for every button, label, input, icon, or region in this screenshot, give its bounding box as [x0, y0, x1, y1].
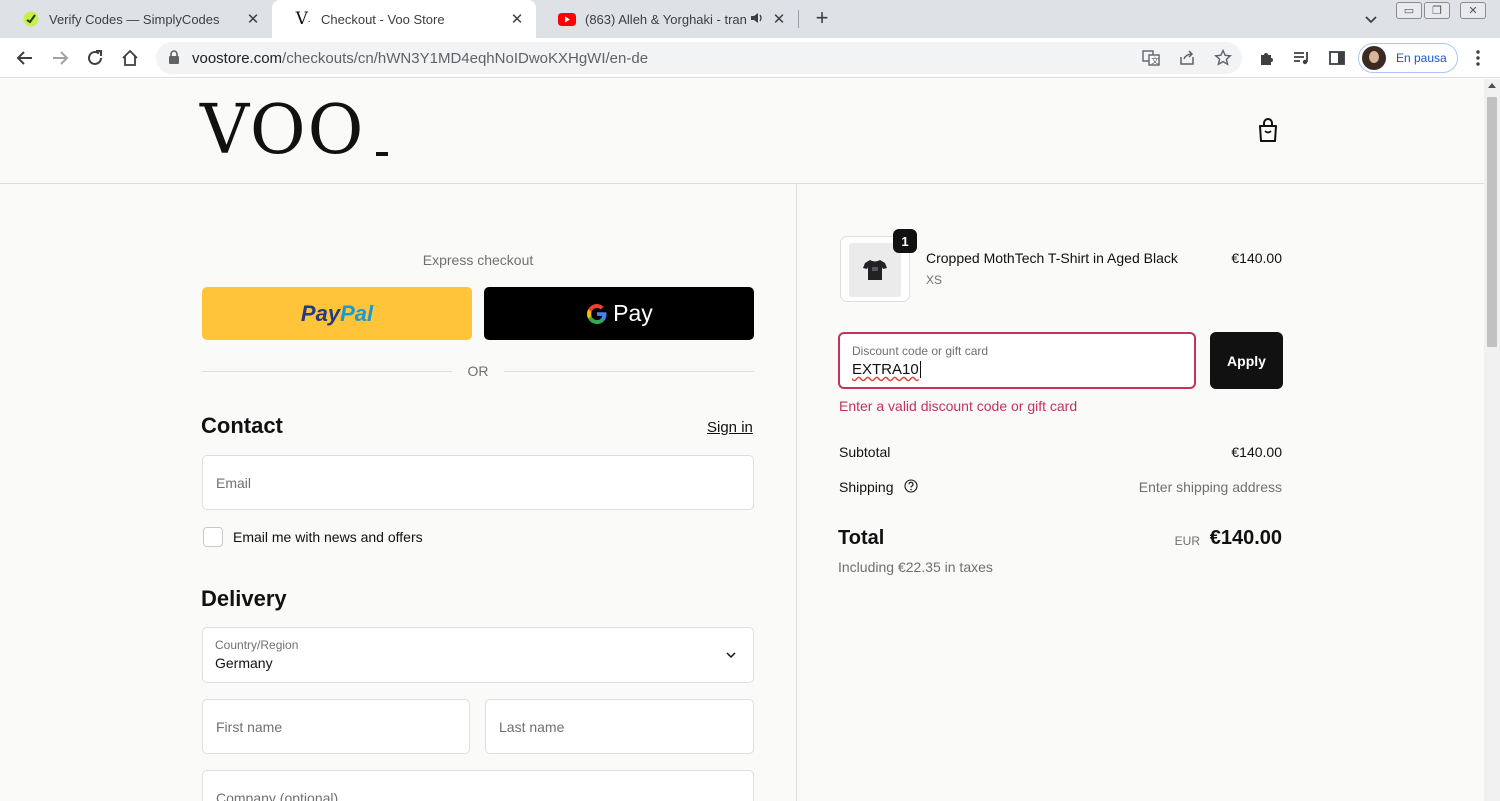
paypal-button[interactable]: Pay Pal: [202, 287, 472, 340]
media-queue-icon[interactable]: [1291, 47, 1313, 69]
total-label: Total: [838, 527, 885, 549]
logo-underscore-mark: [376, 152, 388, 156]
tab-search-icon[interactable]: [1362, 10, 1380, 28]
newsletter-label[interactable]: Email me with news and offers: [233, 529, 423, 545]
gpay-label: Pay: [613, 300, 653, 326]
last-name-placeholder: Last name: [499, 719, 565, 735]
country-label: Country/Region: [215, 638, 299, 652]
sign-in-link[interactable]: Sign in: [707, 419, 753, 436]
product-image: [849, 243, 901, 297]
newsletter-checkbox[interactable]: [203, 527, 223, 547]
chevron-down-icon: [725, 648, 737, 660]
simplycodes-icon: [22, 10, 40, 28]
shopping-bag-icon[interactable]: [1256, 117, 1282, 145]
discount-label: Discount code or gift card: [852, 344, 989, 358]
subtotal-value: €140.00: [1231, 444, 1282, 460]
email-placeholder: Email: [216, 475, 252, 491]
store-logo[interactable]: VOO: [200, 95, 365, 167]
profile-status-label: En pausa: [1396, 51, 1447, 65]
bookmark-star-icon[interactable]: [1214, 48, 1232, 72]
company-field[interactable]: Company (optional): [202, 770, 754, 801]
forward-arrow-icon[interactable]: [49, 47, 71, 69]
side-panel-icon[interactable]: [1326, 47, 1348, 69]
tab-voo-checkout[interactable]: V. Checkout - Voo Store ✕: [272, 0, 536, 38]
close-tab-icon[interactable]: ✕: [770, 10, 788, 28]
first-name-placeholder: First name: [216, 719, 283, 735]
last-name-field[interactable]: Last name: [485, 699, 754, 754]
close-tab-icon[interactable]: ✕: [244, 10, 262, 28]
new-tab-button[interactable]: +: [810, 7, 834, 30]
google-g-icon: [587, 303, 607, 324]
close-tab-icon[interactable]: ✕: [508, 10, 526, 28]
reload-icon[interactable]: [84, 47, 106, 69]
voo-icon: V.: [295, 9, 311, 29]
svg-text:文: 文: [1151, 56, 1159, 66]
share-icon[interactable]: [1178, 49, 1196, 72]
back-arrow-icon[interactable]: [14, 47, 36, 69]
quantity-badge: 1: [893, 229, 917, 253]
translate-icon[interactable]: 文: [1142, 49, 1160, 72]
column-divider: [796, 184, 797, 801]
more-menu-icon[interactable]: [1467, 47, 1489, 69]
youtube-icon: [558, 10, 576, 28]
or-label: OR: [467, 363, 489, 379]
browser-tab-strip: Verify Codes — SimplyCodes ✕ V. Checkout…: [0, 0, 1500, 38]
taxes-note: Including €22.35 in taxes: [838, 559, 993, 575]
apply-discount-button[interactable]: Apply: [1210, 332, 1283, 389]
tab-title: Checkout - Voo Store: [321, 11, 445, 27]
shipping-value: Enter shipping address: [1138, 479, 1282, 495]
discount-error-message: Enter a valid discount code or gift card: [839, 398, 1078, 414]
or-divider: OR: [202, 361, 754, 381]
subtotal-label: Subtotal: [839, 444, 891, 460]
lock-icon[interactable]: [168, 50, 182, 66]
audio-playing-icon[interactable]: [750, 11, 764, 28]
tshirt-icon: [863, 260, 887, 280]
profile-button[interactable]: En pausa: [1358, 43, 1458, 73]
avatar: [1362, 46, 1386, 70]
scroll-up-arrow-icon[interactable]: [1488, 83, 1496, 88]
product-price: €140.00: [1231, 250, 1282, 266]
discount-value[interactable]: EXTRA10: [852, 361, 921, 378]
url-text[interactable]: voostore.com/checkouts/cn/hWN3Y1MD4eqhNo…: [192, 50, 648, 67]
tab-separator: [798, 10, 799, 28]
extensions-puzzle-icon[interactable]: [1256, 47, 1278, 69]
page-scrollbar[interactable]: [1484, 79, 1500, 801]
checkout-page: VOO Express checkout Pay Pal Pay OR Conta…: [0, 79, 1484, 801]
google-pay-button[interactable]: Pay: [484, 287, 754, 340]
tab-simplycodes[interactable]: Verify Codes — SimplyCodes ✕: [0, 0, 272, 38]
help-circle-icon[interactable]: [904, 479, 918, 493]
home-icon[interactable]: [119, 47, 141, 69]
discount-code-input[interactable]: Discount code or gift card EXTRA10: [838, 332, 1196, 389]
company-placeholder: Company (optional): [216, 790, 339, 801]
tab-youtube[interactable]: (863) Alleh & Yorghaki - tran ✕: [536, 0, 798, 38]
total-value: €140.00: [1209, 527, 1282, 549]
express-checkout-label: Express checkout: [422, 252, 534, 268]
minimize-window-button[interactable]: ▭: [1396, 2, 1422, 19]
shipping-label: Shipping: [839, 479, 894, 495]
close-window-button[interactable]: ✕: [1460, 2, 1486, 19]
country-select[interactable]: Country/Region Germany: [202, 627, 754, 683]
product-variant: XS: [926, 273, 943, 287]
email-field[interactable]: Email: [202, 455, 754, 510]
store-header: VOO: [0, 79, 1484, 184]
first-name-field[interactable]: First name: [202, 699, 470, 754]
country-value: Germany: [215, 655, 273, 671]
browser-toolbar: voostore.com/checkouts/cn/hWN3Y1MD4eqhNo…: [0, 38, 1500, 78]
contact-heading: Contact: [201, 413, 283, 438]
restore-window-button[interactable]: ❐: [1424, 2, 1450, 19]
address-bar[interactable]: voostore.com/checkouts/cn/hWN3Y1MD4eqhNo…: [156, 42, 1242, 74]
tab-title: Verify Codes — SimplyCodes: [49, 11, 220, 27]
tab-title: (863) Alleh & Yorghaki - tran: [585, 11, 747, 27]
scrollbar-thumb[interactable]: [1487, 97, 1497, 347]
delivery-heading: Delivery: [201, 586, 287, 611]
